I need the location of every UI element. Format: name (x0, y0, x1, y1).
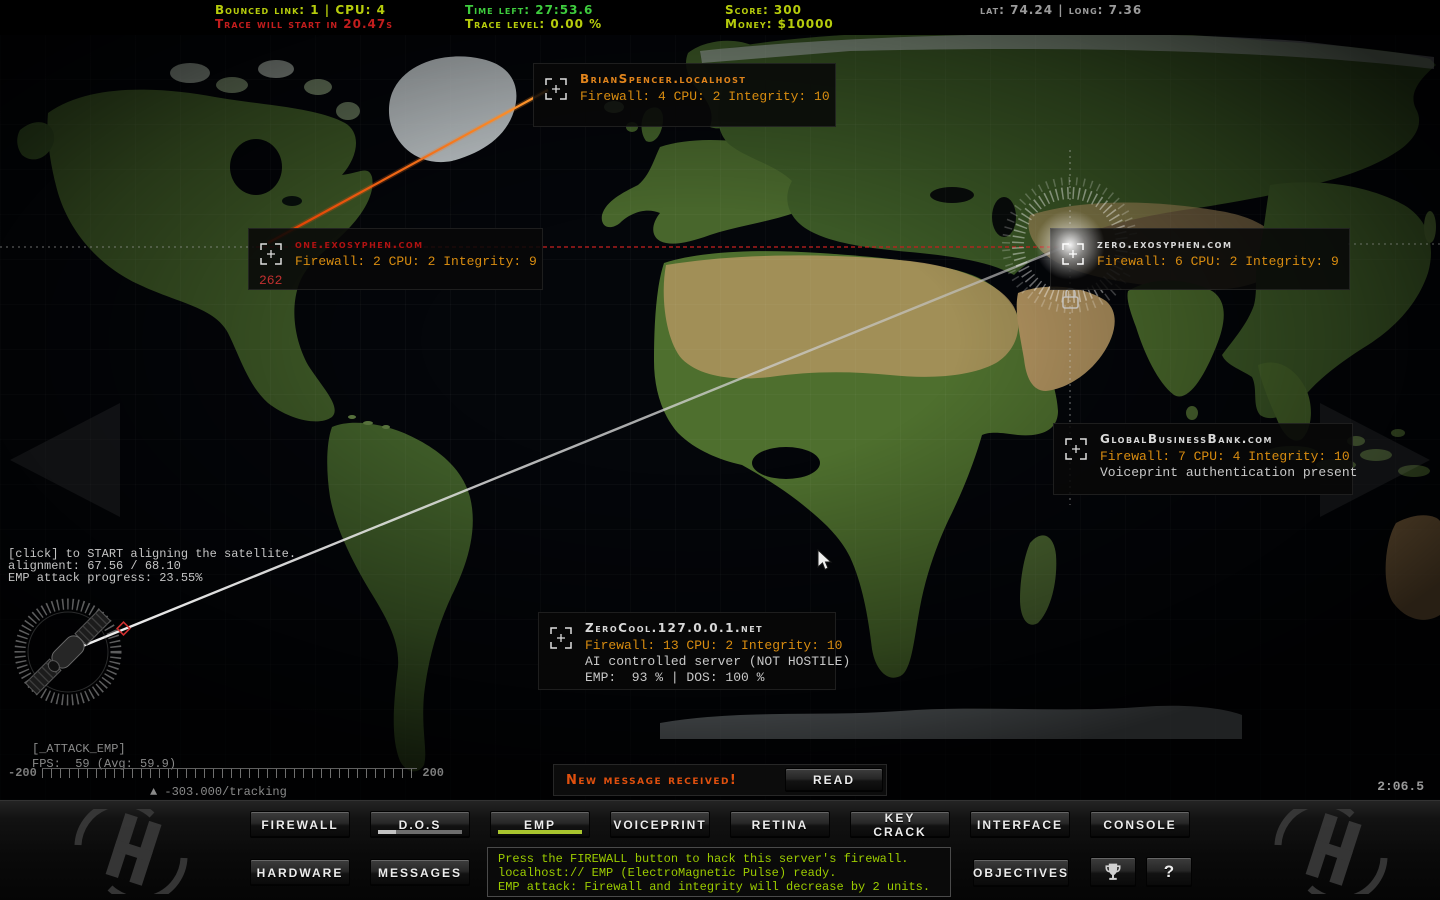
mouse-cursor (818, 550, 831, 570)
satellite-icon (24, 608, 112, 696)
voiceprint-button[interactable]: VOICEPRINT (610, 811, 710, 838)
hacker-evolution-logo (52, 809, 212, 894)
top-hud-bar: Bounced link: 1 | CPU: 4 Trace will star… (0, 0, 1440, 33)
tracking-value: -303.000/tracking (164, 785, 286, 799)
crosshair-icon (548, 625, 574, 651)
firewall-button[interactable]: FIREWALL (250, 811, 350, 838)
server-title: one.exosyphen.com (295, 237, 530, 251)
game-screen: Bounced link: 1 | CPU: 4 Trace will star… (0, 0, 1440, 900)
server-stats: Firewall: 13 CPU: 2 Integrity: 10 (585, 638, 823, 654)
crosshair-icon (1063, 436, 1089, 462)
server-title: ZeroCool.127.0.0.1.net (585, 621, 823, 635)
server-stats: Firewall: 7 CPU: 4 Integrity: 10 (1100, 449, 1340, 465)
help-button[interactable]: ? (1146, 857, 1192, 887)
server-title: BrianSpencer.localhost (580, 72, 823, 86)
attack-status: EMP: 93 % | DOS: 100 % (585, 670, 823, 686)
button-label: INTERFACE (977, 818, 1063, 832)
emp-ready-bar (498, 830, 582, 834)
server-node-one-exosyphen[interactable]: one.exosyphen.com Firewall: 2 CPU: 2 Int… (248, 228, 543, 290)
session-timer: 2:06.5 (1377, 779, 1424, 794)
server-stats: Firewall: 4 CPU: 2 Integrity: 10 (580, 89, 823, 105)
hardware-button[interactable]: HARDWARE (250, 859, 350, 886)
bounced-link-cpu: Bounced link: 1 | CPU: 4 (215, 3, 386, 17)
button-label: VOICEPRINT (613, 818, 706, 832)
read-button[interactable]: READ (785, 768, 883, 792)
lat-long-readout: lat: 74.24 | long: 7.36 (980, 3, 1142, 17)
server-node-globalbusinessbank[interactable]: GlobalBusinessBank.com Firewall: 7 CPU: … (1053, 423, 1353, 495)
button-label: RETINA (752, 818, 809, 832)
messages-button[interactable]: MESSAGES (370, 859, 470, 886)
attack-tools-row: FIREWALL D.O.S EMP VOICEPRINT RETINA KEY… (250, 811, 1190, 838)
satellite-dial[interactable] (20, 604, 130, 700)
tracking-readout: ▲ -303.000/tracking (150, 785, 287, 799)
utility-row: HARDWARE MESSAGES (250, 859, 470, 886)
money: Money: $10000 (725, 17, 834, 31)
ruler-min-label: -200 (8, 766, 37, 780)
crosshair-icon (1060, 241, 1086, 267)
trace-level: Trace level: 0.00 % (465, 17, 602, 31)
server-note: AI controlled server (NOT HOSTILE) (585, 654, 823, 670)
server-node-zero-exosyphen[interactable]: zero.exosyphen.com Firewall: 6 CPU: 2 In… (1050, 228, 1350, 290)
trophy-icon (1103, 862, 1123, 882)
button-label: KEY CRACK (857, 811, 943, 839)
link-distance: 262 (259, 273, 282, 288)
server-title: zero.exosyphen.com (1097, 237, 1337, 251)
new-message-bar: New message received! READ (553, 764, 887, 796)
ruler-ticks (42, 768, 418, 778)
button-label: CONSOLE (1103, 818, 1176, 832)
server-node-zerocool[interactable]: ZeroCool.127.0.0.1.net Firewall: 13 CPU:… (538, 612, 836, 690)
button-label: HARDWARE (257, 866, 344, 880)
status-console: Press the FIREWALL button to hack this s… (487, 847, 951, 897)
button-label: MESSAGES (378, 866, 462, 880)
tracking-ruler: -200 200 (8, 766, 444, 780)
objectives-button[interactable]: OBJECTIVES (973, 859, 1069, 887)
trace-warning: Trace will start in 20.47s (215, 17, 393, 31)
server-note: Voiceprint authentication present (1100, 465, 1340, 481)
bounced-link-line (268, 90, 548, 243)
pan-left-arrow[interactable] (10, 403, 120, 517)
score: Score: 300 (725, 3, 802, 17)
server-title: GlobalBusinessBank.com (1100, 432, 1340, 446)
crosshair-icon (543, 76, 569, 102)
achievements-button[interactable] (1090, 857, 1136, 887)
server-stats: Firewall: 6 CPU: 2 Integrity: 9 (1097, 254, 1337, 270)
dos-button[interactable]: D.O.S (370, 811, 470, 838)
time-left: Time left: 27:53.6 (465, 3, 593, 17)
emp-button[interactable]: EMP (490, 811, 590, 838)
retina-button[interactable]: RETINA (730, 811, 830, 838)
console-line: localhost:// EMP (ElectroMagnetic Pulse)… (498, 866, 940, 880)
hacker-evolution-logo (1252, 809, 1412, 894)
satellite-beam (68, 248, 1062, 652)
dos-progress-bar (378, 830, 462, 834)
emp-progress-value: EMP attack progress: 23.55% (8, 572, 202, 585)
server-stats: Firewall: 2 CPU: 2 Integrity: 9 (295, 254, 530, 270)
console-line: EMP attack: Firewall and integrity will … (498, 880, 940, 894)
new-message-text: New message received! (566, 773, 785, 788)
interface-button[interactable]: INTERFACE (970, 811, 1070, 838)
key-crack-button[interactable]: KEY CRACK (850, 811, 950, 838)
console-line: Press the FIREWALL button to hack this s… (498, 852, 940, 866)
console-button[interactable]: CONSOLE (1090, 811, 1190, 838)
attack-mode-label: [_ATTACK_EMP] (32, 743, 126, 756)
server-node-brianspencer[interactable]: BrianSpencer.localhost Firewall: 4 CPU: … (533, 63, 836, 127)
ruler-max-label: 200 (422, 766, 444, 780)
bottom-toolbar-panel: FIREWALL D.O.S EMP VOICEPRINT RETINA KEY… (0, 800, 1440, 900)
button-label: FIREWALL (261, 818, 338, 832)
crosshair-icon (258, 241, 284, 267)
